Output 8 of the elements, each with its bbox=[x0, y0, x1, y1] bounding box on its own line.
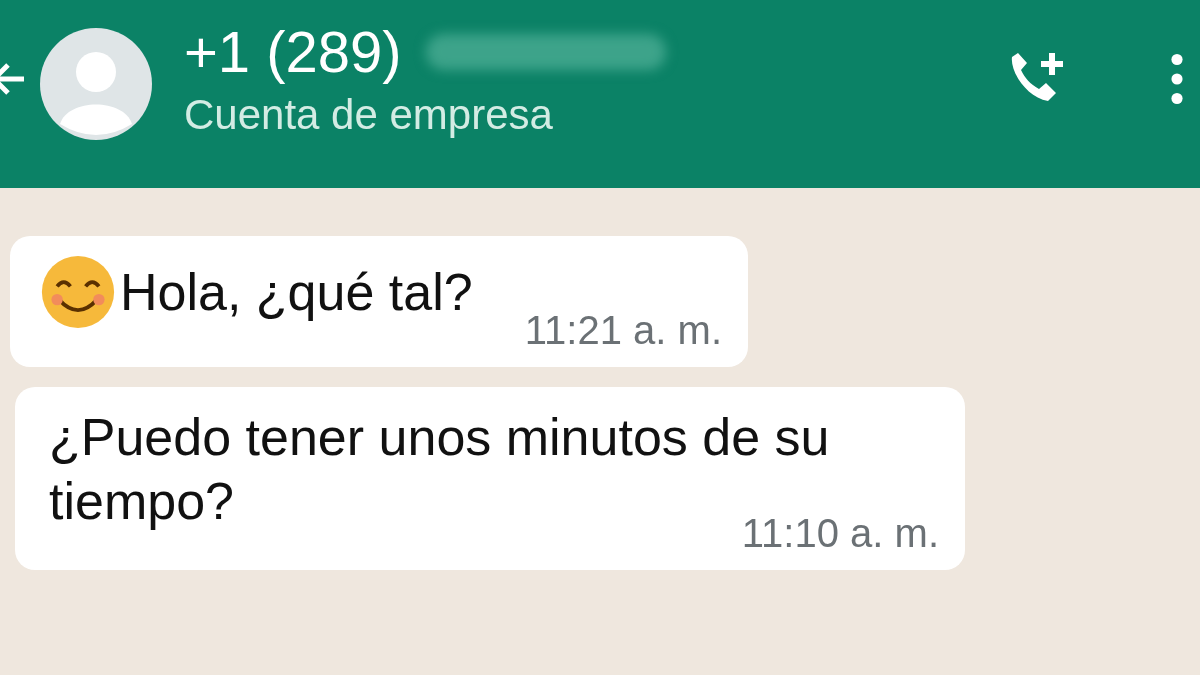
contact-number: +1 (289) bbox=[184, 19, 402, 85]
smiling-face-icon bbox=[40, 254, 116, 330]
message-text: Hola, ¿qué tal? bbox=[120, 262, 473, 323]
avatar-icon[interactable] bbox=[40, 28, 152, 140]
account-type-label: Cuenta de empresa bbox=[184, 91, 554, 139]
menu-icon[interactable] bbox=[1170, 53, 1184, 105]
message-time: 11:10 a. m. bbox=[741, 511, 939, 556]
message-time: 11:21 a. m. bbox=[524, 308, 722, 353]
